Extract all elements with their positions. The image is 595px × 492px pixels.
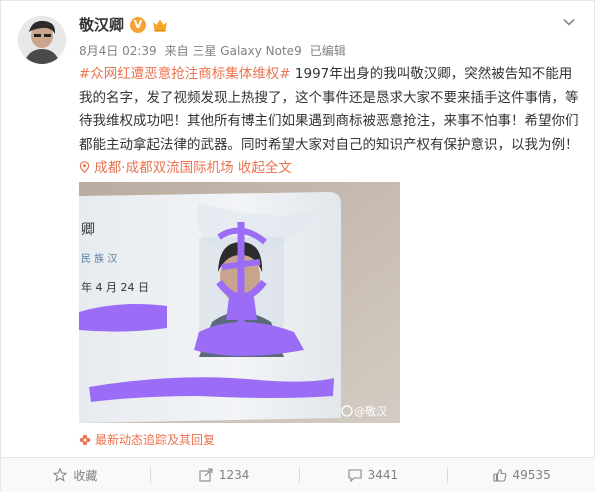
like-button[interactable]: 49535: [447, 458, 595, 492]
thumbs-up-icon: [492, 468, 506, 482]
flower-icon: [79, 434, 91, 445]
card-text-name: 卿: [81, 222, 95, 238]
avatar[interactable]: [18, 16, 66, 64]
comment-count: 3441: [367, 468, 399, 482]
comment-button[interactable]: 3441: [298, 458, 448, 492]
like-count: 49535: [512, 468, 551, 482]
weibo-post-card: 敬汉卿 V 8月4日 02:39 来自 三星 Galaxy Note9 已编辑 …: [0, 0, 595, 492]
post-date[interactable]: 8月4日 02:39: [79, 42, 157, 59]
update-tracking-text[interactable]: 最新动态追踪及其回复: [95, 431, 215, 448]
collapse-text-link[interactable]: 收起全文: [238, 160, 292, 176]
image-watermark: @敬汉: [354, 405, 387, 418]
comment-icon: [348, 469, 362, 482]
vip-crown-icon: [153, 19, 168, 32]
post-source: 来自 三星 Galaxy Note9: [164, 44, 302, 58]
share-button[interactable]: 1234: [149, 458, 299, 492]
post-edited[interactable]: 已编辑: [310, 42, 346, 59]
location-text[interactable]: 成都·成都双流国际机场: [94, 160, 233, 176]
location-link[interactable]: 成都·成都双流国际机场: [79, 160, 238, 176]
post-image[interactable]: 卿 民 族 汉 年 4 月 24 日 @敬汉: [79, 182, 400, 423]
update-tracking-link[interactable]: 最新动态追踪及其回复: [79, 431, 215, 448]
card-text-date: 年 4 月 24 日: [81, 280, 149, 294]
verified-badge-icon: V: [130, 16, 147, 33]
share-count: 1234: [218, 468, 250, 482]
star-icon: [53, 468, 68, 482]
post-meta: 8月4日 02:39 来自 三星 Galaxy Note9 已编辑: [79, 42, 346, 59]
action-bar: 收藏 1234 3441 49535: [1, 458, 595, 492]
favorite-label: 收藏: [73, 468, 98, 483]
username[interactable]: 敬汉卿: [79, 14, 124, 35]
location-pin-icon: [79, 161, 90, 173]
hashtag-link[interactable]: #众网红遭恶意抢注商标集体维权#: [79, 66, 291, 82]
favorite-button[interactable]: 收藏: [1, 458, 150, 492]
chevron-down-icon[interactable]: [562, 15, 576, 29]
post-text: #众网红遭恶意抢注商标集体维权# 1997年出身的我叫敬汉卿，突然被告知不能用我…: [79, 63, 579, 181]
card-text-ethnic: 民 族 汉: [81, 252, 117, 265]
username-row: 敬汉卿 V: [79, 14, 168, 35]
share-icon: [199, 468, 213, 482]
